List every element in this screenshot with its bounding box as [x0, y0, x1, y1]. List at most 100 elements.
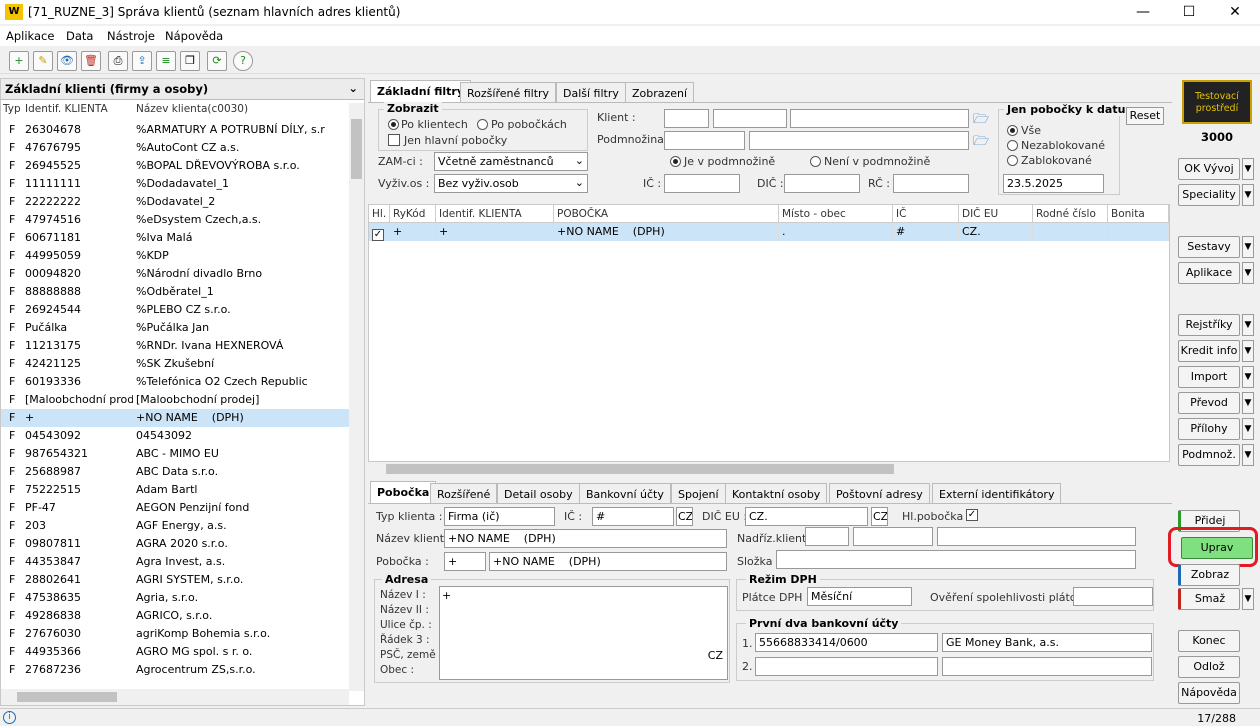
col-misto[interactable]: Místo - obec: [779, 205, 893, 223]
radio-zablokovane[interactable]: [1007, 155, 1018, 166]
list-item[interactable]: F PF-47 AEGON Penzijní fond: [1, 499, 349, 517]
list-item[interactable]: F 26304678 %ARMATURY A POTRUBNÍ DÍLY, s.r: [1, 121, 349, 139]
klient-field-1[interactable]: [664, 109, 709, 128]
list-item[interactable]: F 60671181 %Iva Malá: [1, 229, 349, 247]
list-item[interactable]: F [Maloobchodní prodej][Maloobchodní prod…: [1, 391, 349, 409]
cell-hl[interactable]: ✓: [369, 223, 390, 241]
grid-hscrollbar[interactable]: [370, 462, 1170, 476]
list-item[interactable]: F Pučálka %Pučálka Jan: [1, 319, 349, 337]
view-icon[interactable]: 👁: [57, 51, 77, 71]
list-item[interactable]: F 26945525 %BOPAL DŘEVOVÝROBA s.r.o.: [1, 157, 349, 175]
uprav-button[interactable]: Uprav: [1181, 537, 1253, 559]
list-item[interactable]: F 26924544 %PLEBO CZ s.r.o.: [1, 301, 349, 319]
zobraz-button[interactable]: Zobraz: [1178, 564, 1240, 586]
info-icon[interactable]: i: [3, 711, 16, 724]
chevron-down-icon[interactable]: ▼: [1242, 158, 1254, 180]
col-identif-klienta[interactable]: Identif. KLIENTA: [436, 205, 554, 223]
klient-field-2[interactable]: [713, 109, 787, 128]
podmnoz-button[interactable]: Podmnož.: [1178, 444, 1240, 466]
grid-row[interactable]: ✓ + + +NO NAME (DPH) . # CZ.: [369, 223, 1169, 241]
refresh-icon[interactable]: ⟳: [207, 51, 227, 71]
export-icon[interactable]: ⇪: [132, 51, 152, 71]
chevron-down-icon[interactable]: ▼: [1242, 262, 1254, 284]
list-item[interactable]: F 203 AGF Energy, a.s.: [1, 517, 349, 535]
ucet2-number[interactable]: [755, 657, 938, 676]
chevron-down-icon[interactable]: ▼: [1242, 392, 1254, 414]
list-item[interactable]: F 11111111 %Dodadavatel_1: [1, 175, 349, 193]
chevron-down-icon[interactable]: ⌄: [348, 81, 358, 95]
col-dic-eu[interactable]: DIČ EU: [959, 205, 1033, 223]
dic-detail-field[interactable]: CZ.: [745, 507, 868, 526]
col-identif[interactable]: Identif. KLIENTA: [25, 103, 108, 115]
client-list-header[interactable]: Základní klienti (firmy a osoby) ⌄: [1, 79, 364, 100]
delete-icon[interactable]: 🗑: [81, 51, 101, 71]
dic-filter-field[interactable]: [784, 174, 860, 193]
menu-aplikace[interactable]: Aplikace: [6, 29, 54, 43]
radio-po-klientech[interactable]: [388, 119, 399, 130]
list-item[interactable]: F 47676795 %AutoCont CZ a.s.: [1, 139, 349, 157]
list-item[interactable]: F 60193336 %Telefónica O2 Czech Republic: [1, 373, 349, 391]
edit-icon[interactable]: ✎: [33, 51, 53, 71]
tab-pobocka[interactable]: Pobočka: [370, 481, 437, 503]
list-item[interactable]: F 22222222 %Dodavatel_2: [1, 193, 349, 211]
ok-vyvoj-button[interactable]: OK Vývoj: [1178, 158, 1240, 180]
chevron-down-icon[interactable]: ▼: [1242, 314, 1254, 336]
client-list-vscrollbar[interactable]: [349, 103, 364, 691]
list-item[interactable]: F 49286838 AGRICO, s.r.o.: [1, 607, 349, 625]
chevron-down-icon[interactable]: ▼: [1242, 236, 1254, 258]
platce-field[interactable]: Měsíční: [807, 587, 912, 606]
menu-data[interactable]: Data: [66, 29, 93, 43]
nadriz-field-2[interactable]: [853, 527, 933, 546]
address-box[interactable]: + CZ: [439, 586, 728, 680]
client-list-hscrollbar[interactable]: [1, 689, 349, 705]
list-item[interactable]: F 00094820 %Národní divadlo Brno: [1, 265, 349, 283]
podmnozina-field-2[interactable]: [749, 131, 969, 150]
menu-nastroje[interactable]: Nástroje: [107, 29, 155, 43]
date-field[interactable]: 23.5.2025: [1003, 174, 1104, 193]
list-icon[interactable]: ≡: [156, 51, 176, 71]
ucet1-bank[interactable]: GE Money Bank, a.s.: [942, 633, 1152, 652]
podmnozina-field-1[interactable]: [664, 131, 745, 150]
chevron-down-icon[interactable]: ▼: [1242, 444, 1254, 466]
radio-je-v[interactable]: [670, 156, 681, 167]
col-pobocka[interactable]: POBOČKA: [554, 205, 779, 223]
overeni-field[interactable]: [1073, 587, 1153, 606]
ucet1-number[interactable]: 55668833414/0600: [755, 633, 938, 652]
close-button[interactable]: ✕: [1212, 2, 1258, 22]
minimize-button[interactable]: —: [1120, 2, 1166, 22]
tab-detail-osoby[interactable]: Detail osoby: [497, 483, 580, 503]
rejstriky-button[interactable]: Rejstříky: [1178, 314, 1240, 336]
pobocka-name-field[interactable]: +NO NAME (DPH): [489, 552, 727, 571]
zam-select[interactable]: Včetně zaměstnanců ⌄: [434, 152, 588, 171]
col-typ[interactable]: Typ: [3, 103, 21, 115]
reset-button[interactable]: Reset: [1126, 107, 1164, 125]
list-item[interactable]: F 09807811 AGRA 2020 s.r.o.: [1, 535, 349, 553]
add-icon[interactable]: +: [9, 51, 29, 71]
help-icon[interactable]: ?: [233, 51, 253, 71]
print-icon[interactable]: ⎙: [108, 51, 128, 71]
konec-button[interactable]: Konec: [1178, 630, 1240, 652]
nadriz-field-3[interactable]: [937, 527, 1136, 546]
radio-vse[interactable]: [1007, 125, 1018, 136]
col-rykod[interactable]: RyKód: [390, 205, 436, 223]
prevod-button[interactable]: Převod: [1178, 392, 1240, 414]
maximize-button[interactable]: ☐: [1166, 2, 1212, 22]
folder-icon[interactable]: 🗁: [973, 132, 989, 149]
slozka-field[interactable]: [776, 550, 1136, 569]
dic-country-field[interactable]: CZ: [871, 507, 888, 526]
list-item[interactable]: F 44995059 %KDP: [1, 247, 349, 265]
col-nazev[interactable]: Název klienta(c0030): [136, 103, 248, 115]
chevron-down-icon[interactable]: ▼: [1242, 340, 1254, 362]
ucet2-bank[interactable]: [942, 657, 1152, 676]
tab-rozsirene-filtry[interactable]: Rozšířené filtry: [460, 82, 557, 102]
tab-externi-identifikatory[interactable]: Externí identifikátory: [932, 483, 1062, 503]
list-item[interactable]: F 47974516 %eDsystem Czech,a.s.: [1, 211, 349, 229]
typ-klienta-field[interactable]: Firma (ič): [444, 507, 555, 526]
list-item[interactable]: F 11213175 %RNDr. Ivana HEXNEROVÁ: [1, 337, 349, 355]
ic-filter-field[interactable]: [664, 174, 740, 193]
col-bonita[interactable]: Bonita: [1108, 205, 1169, 223]
import-button[interactable]: Import: [1178, 366, 1240, 388]
col-ic[interactable]: IČ: [893, 205, 959, 223]
tab-zobrazeni[interactable]: Zobrazení: [625, 82, 695, 102]
tab-postovni-adresy[interactable]: Poštovní adresy: [829, 483, 930, 503]
